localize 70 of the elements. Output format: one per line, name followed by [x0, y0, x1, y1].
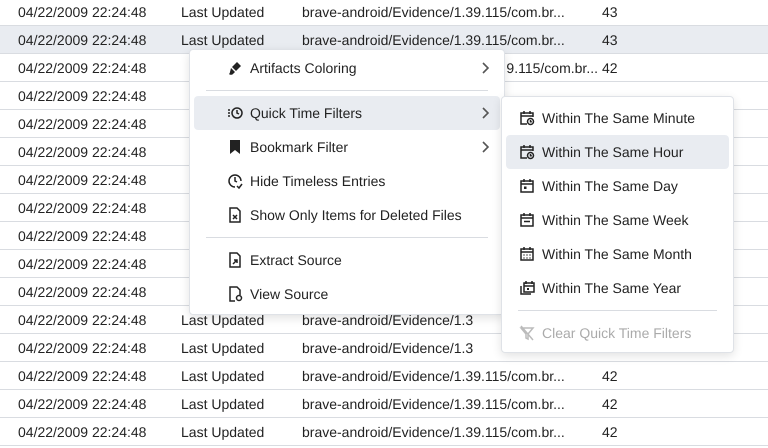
calendar-clock-icon	[519, 110, 535, 126]
table-cell: 04/22/2009 22:24:48	[18, 144, 146, 160]
table-cell: 04/22/2009 22:24:48	[18, 88, 146, 104]
calendar-day-icon	[519, 178, 535, 194]
table-cell: brave-android/Evidence/1.39.115/com.br...	[302, 4, 565, 20]
table-cell: 04/22/2009 22:24:48	[18, 200, 146, 216]
table-cell: 04/22/2009 22:24:48	[18, 60, 146, 76]
chevron-right-icon	[480, 60, 490, 76]
table-cell: 04/22/2009 22:24:48	[18, 172, 146, 188]
table-cell: Last Updated	[181, 340, 264, 356]
menu-item[interactable]: Within The Same Week	[506, 203, 729, 237]
table-cell: 04/22/2009 22:24:48	[18, 424, 146, 440]
table-cell: brave-android/Evidence/1.39.115/com.br...	[302, 424, 565, 440]
table-row[interactable]: 04/22/2009 22:24:48 Last Updated brave-android/Evidence/1.39.115/com.br... 43	[0, 26, 768, 54]
menu-item[interactable]: Within The Same Hour	[506, 135, 729, 169]
calendar-week-icon	[519, 212, 535, 228]
table-cell: 04/22/2009 22:24:48	[18, 116, 146, 132]
file-eye-icon	[227, 286, 243, 302]
table-cell: brave-android/Evidence/1.39.115/com.br...	[302, 368, 565, 384]
table-cell: Last Updated	[181, 4, 264, 20]
bookmark-icon	[227, 139, 243, 155]
table-cell: 42	[602, 396, 618, 412]
file-export-icon	[227, 252, 243, 268]
table-cell: Last Updated	[181, 396, 264, 412]
table-cell: Last Updated	[181, 368, 264, 384]
table-cell: 04/22/2009 22:24:48	[18, 340, 146, 356]
table-cell: 04/22/2009 22:24:48	[18, 256, 146, 272]
table-cell: 04/22/2009 22:24:48	[18, 32, 146, 48]
table-cell: 04/22/2009 22:24:48	[18, 4, 146, 20]
table-cell: Last Updated	[181, 312, 264, 328]
table-cell: 04/22/2009 22:24:48	[18, 368, 146, 384]
table-cell: 42	[602, 424, 618, 440]
chevron-right-icon	[480, 105, 490, 121]
table-cell: 04/22/2009 22:24:48	[18, 396, 146, 412]
table-cell: brave-android/Evidence/1.39.115/com.br...	[302, 32, 565, 48]
clock-check-icon	[227, 173, 243, 189]
menu-item[interactable]: Within The Same Year	[506, 271, 729, 305]
filter-off-icon	[519, 325, 535, 341]
table-cell: 42	[602, 368, 618, 384]
chevron-right-icon	[480, 139, 490, 155]
table-cell: Last Updated	[181, 424, 264, 440]
table-cell: 43	[602, 4, 618, 20]
menu-item[interactable]: Quick Time Filters	[194, 96, 500, 130]
menu-item[interactable]: Artifacts Coloring	[194, 51, 500, 85]
calendar-clock-icon	[519, 144, 535, 160]
file-x-icon	[227, 207, 243, 223]
menu-item[interactable]: Hide Timeless Entries	[194, 164, 500, 198]
calendar-stack-icon	[519, 280, 535, 296]
table-cell: Last Updated	[181, 32, 264, 48]
clock-list-icon	[227, 105, 243, 121]
table-cell: 42	[602, 60, 618, 76]
table-cell: brave-android/Evidence/1.3	[302, 340, 474, 356]
table-cell: brave-android/Evidence/1.39.115/com.br...	[302, 396, 565, 412]
menu-item[interactable]: Extract Source	[194, 243, 500, 277]
table-cell: 04/22/2009 22:24:48	[18, 228, 146, 244]
calendar-month-icon	[519, 246, 535, 262]
menu-item[interactable]: Within The Same Month	[506, 237, 729, 271]
table-cell: 04/22/2009 22:24:48	[18, 284, 146, 300]
table-row[interactable]: 04/22/2009 22:24:48 Last Updated brave-android/Evidence/1.39.115/com.br... 42	[0, 362, 768, 390]
brush-icon	[227, 60, 243, 76]
menu-item[interactable]: Within The Same Minute	[506, 101, 729, 135]
table-cell: 9.115/com.br...	[506, 60, 598, 76]
table-row[interactable]: 04/22/2009 22:24:48 Last Updated brave-android/Evidence/1.39.115/com.br... 42	[0, 390, 768, 418]
table-row[interactable]: 04/22/2009 22:24:48 Last Updated brave-android/Evidence/1.39.115/com.br... 42	[0, 418, 768, 446]
table-cell: brave-android/Evidence/1.3	[302, 312, 474, 328]
menu-item[interactable]: Show Only Items for Deleted Files	[194, 198, 500, 232]
table-cell: 04/22/2009 22:24:48	[18, 312, 146, 328]
table-cell: 43	[602, 32, 618, 48]
menu-item[interactable]: Bookmark Filter	[194, 130, 500, 164]
menu-item[interactable]: Within The Same Day	[506, 169, 729, 203]
